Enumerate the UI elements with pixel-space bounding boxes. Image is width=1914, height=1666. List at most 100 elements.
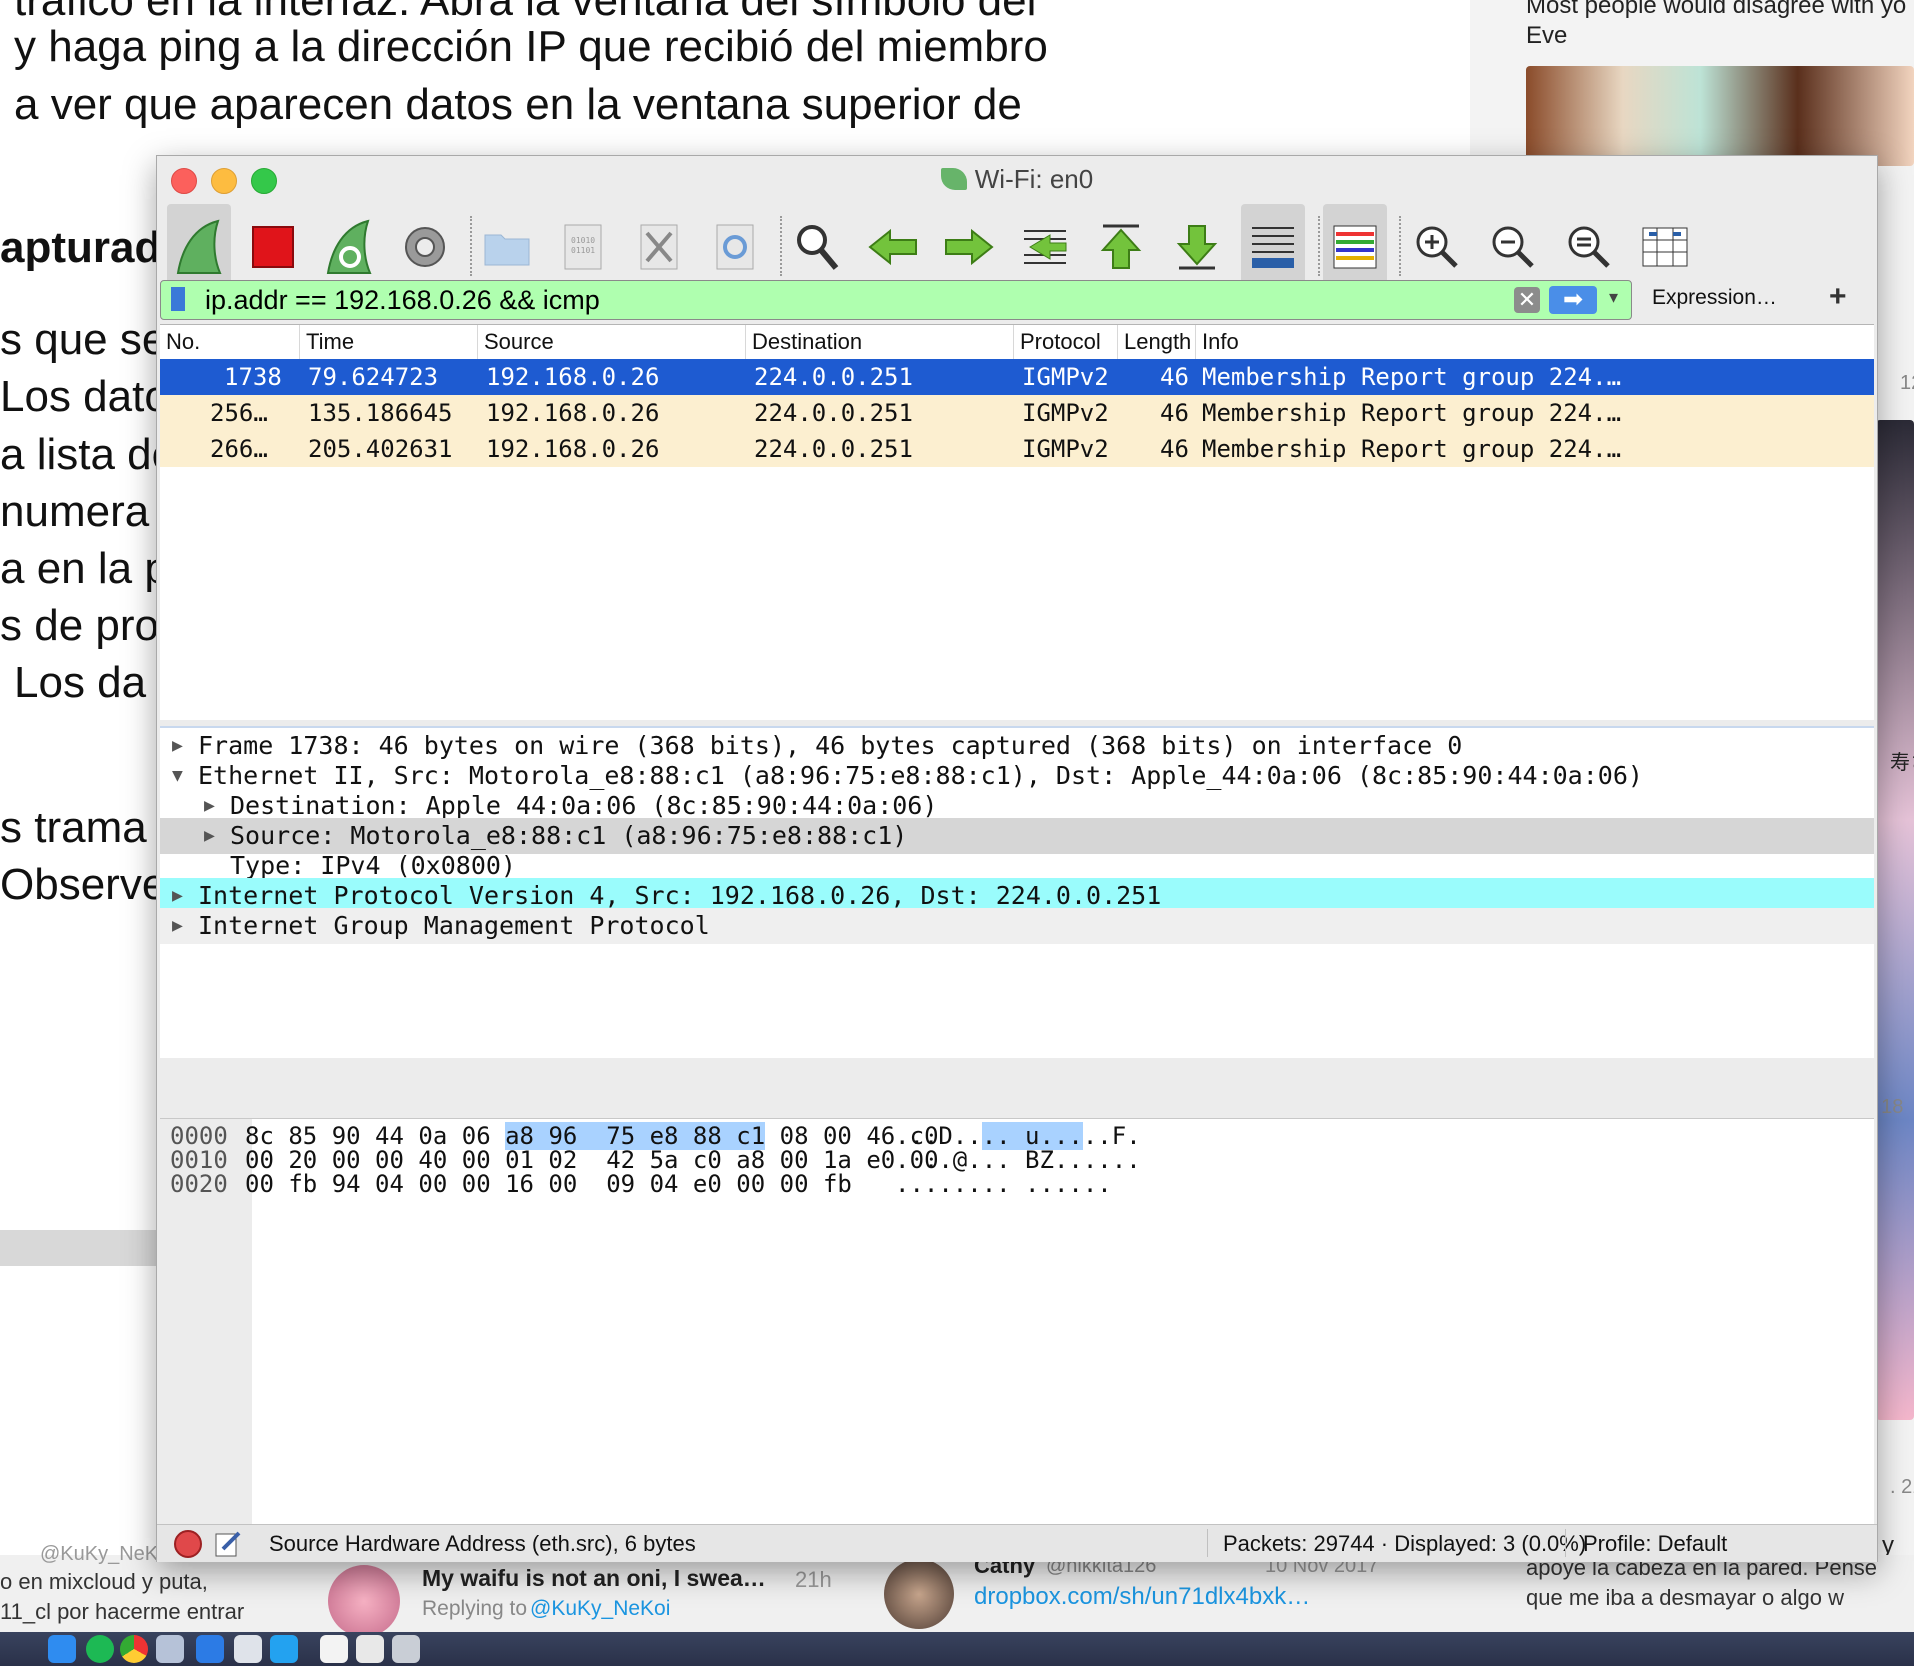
save-file-button[interactable]: 01010 01101 [551,204,615,290]
doc-line: Los dato [0,372,169,421]
go-to-packet-button[interactable] [1013,204,1077,290]
column-header-info[interactable]: Info [1196,325,1874,359]
expression-button[interactable]: Expression… [1652,286,1777,310]
chrome-icon[interactable] [120,1635,148,1663]
capture-options-button[interactable] [393,204,457,290]
ascii-row[interactable]: ........ ...... [895,1169,1112,1199]
column-header-source[interactable]: Source [478,325,746,359]
tree-item-label: Internet Group Management Protocol [198,911,710,940]
go-last-button[interactable] [1165,204,1229,290]
column-header-length[interactable]: Length [1118,325,1196,359]
hex-row[interactable]: 00 fb 94 04 00 00 16 00 09 04 e0 00 00 f… [245,1169,852,1199]
spotify-icon[interactable] [86,1635,114,1663]
feed-caption: Most people would disagree with yo [1526,0,1907,19]
packet-length: 46 [1160,363,1189,391]
document-icon[interactable] [356,1635,384,1663]
stop-capture-icon [252,226,294,268]
edit-comment-icon[interactable] [213,1529,243,1559]
packet-time: 205.402631 [308,435,453,463]
tweet-text: o en mixcloud y puta, [0,1569,208,1594]
resize-columns-icon [1642,227,1688,267]
packet-info: Membership Report group 224.… [1202,435,1622,463]
tweet-handle[interactable]: @KuKy_NeKoi [40,1543,174,1566]
document-icon[interactable] [320,1635,348,1663]
toolbar-separator [1399,216,1401,276]
go-first-button[interactable] [1089,204,1153,290]
restart-capture-icon [326,219,372,274]
packet-row[interactable]: 1738 79.624723 192.168.0.26 224.0.0.251 … [160,359,1874,395]
doc-line: a en la p [0,544,169,593]
tweet-text: 11_cl por hacerme entrar [0,1599,245,1624]
add-filter-button[interactable]: + [1829,280,1847,314]
edge-mark: 寿さ/ [1890,752,1914,774]
packets-count-text: Packets: 29744 · Displayed: 3 (0.0%) [1223,1531,1587,1556]
stop-capture-button[interactable] [241,204,305,290]
filter-history-dropdown[interactable]: ▾ [1609,287,1618,308]
feed-image[interactable] [1526,66,1914,166]
edge-mark: . 21 [1890,1476,1914,1498]
packet-info: Membership Report group 224.… [1202,363,1622,391]
zoom-out-button[interactable] [1481,204,1545,290]
tree-item-igmp[interactable]: ▶ Internet Group Management Protocol [160,908,1874,944]
packet-row[interactable]: 266… 205.402631 192.168.0.26 224.0.0.251… [160,431,1874,467]
bookmark-icon[interactable] [171,287,185,311]
autoscroll-button[interactable] [1241,204,1305,290]
column-header-no[interactable]: No. [160,325,300,359]
save-file-icon: 0101001101 [564,224,602,270]
packet-row[interactable]: 256… 135.186645 192.168.0.26 224.0.0.251… [160,395,1874,431]
packet-details-tree[interactable]: ▶ Frame 1738: 46 bytes on wire (368 bits… [160,726,1874,1058]
doc-gutter [0,1230,160,1266]
doc-line: y haga ping a la dirección IP que recibi… [14,22,1048,71]
packet-protocol: IGMPv2 [1022,363,1109,391]
packet-destination: 224.0.0.251 [754,363,913,391]
display-filter-input[interactable]: ip.addr == 192.168.0.26 && icmp [205,285,600,316]
tweet-link[interactable]: dropbox.com/sh/un71dlx4bxk… [974,1583,1310,1611]
apply-filter-button[interactable]: ➡ [1549,286,1597,314]
restart-capture-button[interactable] [317,204,381,290]
autoscroll-icon [1252,227,1294,268]
open-file-button[interactable] [475,204,539,290]
packet-list[interactable]: No. Time Source Destination Protocol Len… [160,324,1874,720]
expert-info-icon[interactable] [173,1529,203,1559]
doc-line: a ver que aparecen datos en la ventana s… [14,80,1022,129]
title-bar[interactable]: Wi-Fi: en0 [157,156,1877,200]
display-filter-bar[interactable]: ip.addr == 192.168.0.26 && icmp ✕ ➡ ▾ [160,280,1632,320]
start-capture-button[interactable] [167,204,231,290]
find-packet-button[interactable] [785,204,849,290]
trash-icon[interactable] [392,1635,420,1663]
packet-bytes-pane[interactable]: 0000 0010 0020 8c 85 90 44 0a 06 a8 96 7… [160,1118,1874,1524]
vscode-icon[interactable] [270,1635,298,1663]
edge-mark: 12 [1900,372,1914,394]
byte-offset: 0020 [170,1170,228,1198]
column-header-time[interactable]: Time [300,325,478,359]
expand-arrow-icon[interactable]: ▶ [172,908,183,944]
tweet-title[interactable]: My waifu is not an oni, I swea… [422,1565,766,1592]
zoom-in-button[interactable] [1405,204,1469,290]
avatar[interactable] [884,1559,954,1629]
go-forward-button[interactable] [937,204,1001,290]
colorize-button[interactable] [1323,204,1387,290]
profile-selector[interactable]: Profile: Default [1583,1531,1727,1557]
column-header-protocol[interactable]: Protocol [1014,325,1118,359]
doc-line: s de pro [0,601,159,650]
avatar[interactable] [328,1565,400,1637]
finder-icon[interactable] [48,1635,76,1663]
go-back-button[interactable] [861,204,925,290]
app-icon[interactable] [234,1635,262,1663]
packet-no: 1738 [224,363,282,391]
colorize-icon [1333,225,1377,269]
packet-time: 79.624723 [308,363,439,391]
app-icon[interactable] [156,1635,184,1663]
go-first-icon [1100,224,1142,269]
normal-size-button[interactable] [1557,204,1621,290]
wireshark-fin-icon [940,168,967,190]
toolbar-separator [1318,216,1320,276]
clear-filter-button[interactable]: ✕ [1514,287,1540,313]
column-header-destination[interactable]: Destination [746,325,1014,359]
resize-columns-button[interactable] [1633,204,1697,290]
close-file-button[interactable] [627,204,691,290]
tweet-reply-handle[interactable]: @KuKy_NeKoi [530,1597,670,1621]
reload-file-button[interactable] [703,204,767,290]
doc-line: numera [0,487,150,536]
wireshark-icon[interactable] [196,1635,224,1663]
